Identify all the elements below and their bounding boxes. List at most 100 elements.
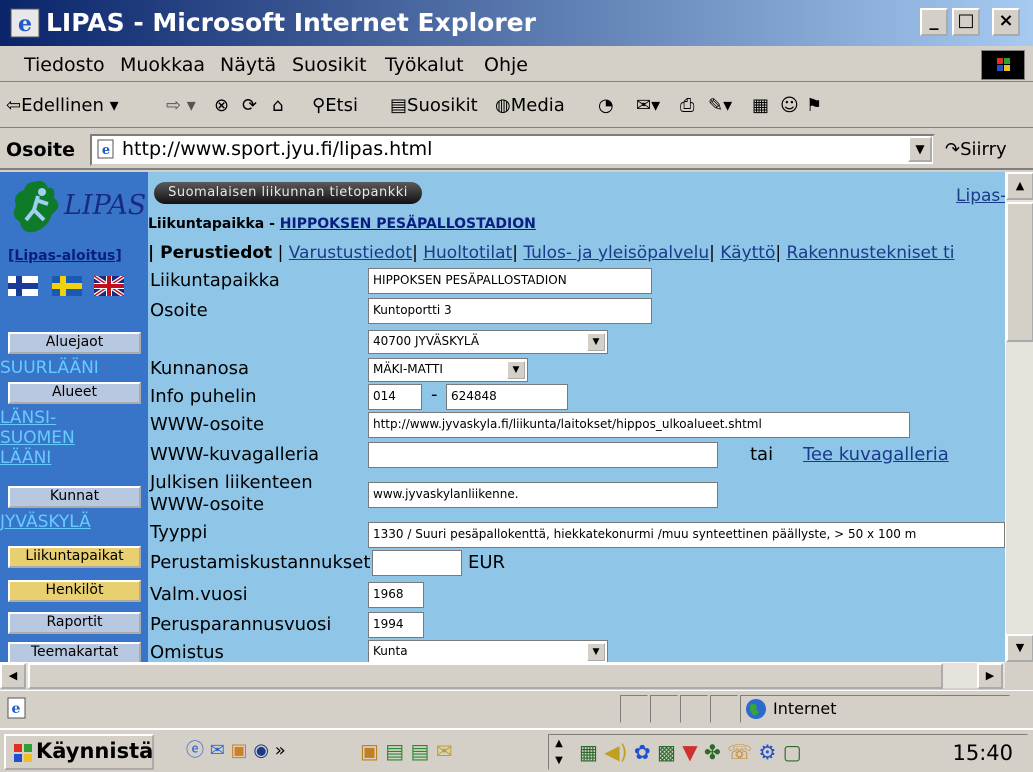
mail-icon[interactable]: ✉▾	[636, 92, 660, 120]
omistus-select[interactable]: Kunta ▼	[368, 640, 608, 662]
task-app-3-icon[interactable]: ▤	[411, 739, 430, 763]
address-dropdown-button[interactable]: ▼	[908, 136, 932, 162]
network-icon[interactable]: ▦	[579, 740, 598, 764]
label-osoite: Osoite	[150, 300, 208, 321]
liikuntapaikka-input[interactable]: HIPPOKSEN PESÄPALLOSTADION	[368, 268, 652, 294]
tray-scroll-icon[interactable]: ▲ ▼	[549, 735, 569, 769]
tab-kaytto[interactable]: Käyttö	[720, 243, 775, 263]
menu-suosikit[interactable]: Suosikit	[292, 52, 367, 78]
tab-tulos-ja-yleisopalvelu[interactable]: Tulos- ja yleisöpalvelu	[523, 243, 709, 263]
volume-icon[interactable]: ◀)	[604, 740, 627, 764]
task-mail-icon[interactable]: ✉	[436, 739, 453, 763]
kunnanosa-select[interactable]: MÄKI-MATTI ▼	[368, 358, 528, 382]
facility-name-link[interactable]: HIPPOKSEN PESÄPALLOSTADION	[280, 216, 536, 232]
tab-perustiedot[interactable]: | Perustiedot	[148, 243, 272, 263]
tee-kuvagalleria-link[interactable]: Tee kuvagalleria	[803, 444, 949, 465]
raportit-button[interactable]: Raportit	[8, 612, 141, 634]
osoite-input[interactable]: Kuntoportti 3	[368, 298, 652, 324]
tray-icons: ▦ ◀) ✿ ▩ ▼ ✤ ☏ ⚙ ▢	[579, 739, 899, 767]
tray-shield-icon[interactable]: ▼	[682, 740, 697, 764]
home-icon[interactable]: ⌂	[272, 92, 283, 120]
perustamiskustannukset-input[interactable]	[372, 550, 462, 576]
search-button[interactable]: ⚲Etsi	[312, 92, 358, 120]
lansi-suomen-laani-link-1[interactable]: LÄNSI-	[0, 408, 56, 428]
kunnat-button[interactable]: Kunnat	[8, 486, 141, 508]
menu-muokkaa[interactable]: Muokkaa	[120, 52, 205, 78]
research-icon[interactable]: ⚑	[806, 92, 822, 120]
messenger-icon[interactable]: ☺	[780, 92, 799, 120]
forward-button[interactable]: ⇨ ▾	[166, 92, 196, 120]
henkilot-button[interactable]: Henkilöt	[8, 580, 141, 602]
maximize-button[interactable]: □	[952, 8, 980, 36]
edit-icon[interactable]: ✎▾	[708, 92, 732, 120]
horizontal-scroll-thumb[interactable]	[28, 663, 943, 689]
menu-ohje[interactable]: Ohje	[484, 52, 528, 78]
flag-uk-icon[interactable]	[92, 274, 126, 300]
scroll-right-button[interactable]: ▶	[977, 663, 1003, 689]
task-buttons: ▣ ▤ ▤ ✉	[360, 734, 540, 770]
www-osoite-input[interactable]: http://www.jyvaskyla.fi/liikunta/laitoks…	[368, 412, 910, 438]
lipas-top-link[interactable]: Lipas-	[956, 186, 1005, 206]
lipas-start-link[interactable]: [Lipas-aloitus]	[8, 248, 122, 264]
scroll-left-button[interactable]: ◀	[0, 663, 26, 689]
tray-tools-icon[interactable]: ⚙	[758, 740, 776, 764]
jyvaskyla-link[interactable]: JYVÄSKYLÄ	[0, 512, 91, 532]
postinumero-select[interactable]: 40700 JYVÄSKYLÄ ▼	[368, 330, 608, 354]
antivirus-icon[interactable]: ✿	[634, 740, 651, 764]
lansi-suomen-laani-link-3[interactable]: LÄÄNI	[0, 448, 51, 468]
favorites-button[interactable]: ▤Suosikit	[390, 92, 478, 120]
teemakartat-button[interactable]: Teemakartat	[8, 642, 141, 662]
refresh-icon[interactable]: ⟳	[242, 92, 257, 120]
tab-varustustiedot[interactable]: Varustustiedot	[289, 243, 412, 263]
lansi-suomen-laani-link-2[interactable]: SUOMEN	[0, 428, 75, 448]
info-phone-number-input[interactable]: 624848	[446, 384, 568, 410]
horizontal-scrollbar[interactable]: ◀ ▶	[0, 662, 1005, 689]
tab-rakennustekniset[interactable]: Rakennustekniset ti	[787, 243, 955, 263]
tray-app-icon[interactable]: ▩	[657, 740, 676, 764]
tray-battery-icon[interactable]: ▢	[783, 740, 802, 764]
menu-nayta[interactable]: Näytä	[220, 52, 276, 78]
scroll-up-button[interactable]: ▲	[1006, 172, 1033, 200]
status-bar: e Internet	[0, 690, 1033, 726]
outlook-quicklaunch-icon[interactable]: ✉	[210, 740, 225, 761]
desktop-quicklaunch-icon[interactable]: ▣	[231, 740, 248, 761]
www-kuvagalleria-input[interactable]	[368, 442, 718, 468]
start-button[interactable]: Käynnistä	[4, 734, 154, 770]
menu-tiedosto[interactable]: Tiedosto	[24, 52, 105, 78]
julkisen-liikenteen-input[interactable]: www.jyvaskylanliikenne.	[368, 482, 718, 508]
left-navigation: LIPAS [Lipas-aloitus] Aluejaot SUURLÄÄNI…	[0, 172, 148, 662]
back-button[interactable]: ⇦Edellinen ▾	[6, 92, 119, 120]
print-icon[interactable]: ⎙	[680, 92, 694, 120]
scroll-down-button[interactable]: ▼	[1006, 634, 1033, 662]
task-app-1-icon[interactable]: ▣	[360, 739, 379, 763]
more-chevron-icon[interactable]: »	[275, 740, 286, 761]
flag-sweden-icon[interactable]	[52, 276, 82, 300]
valm-vuosi-input[interactable]: 1968	[368, 582, 424, 608]
minimize-button[interactable]: _	[920, 8, 948, 36]
flag-finland-icon[interactable]	[8, 276, 38, 300]
history-icon[interactable]: ◔	[598, 92, 614, 120]
tyyppi-field[interactable]: 1330 / Suuri pesäpallokenttä, hiekkateko…	[368, 522, 1005, 548]
svg-text:e: e	[12, 701, 21, 717]
close-button[interactable]: ×	[992, 8, 1020, 36]
liikuntapaikat-button[interactable]: Liikuntapaikat	[8, 546, 141, 568]
alueet-button[interactable]: Alueet	[8, 382, 141, 404]
ie-quicklaunch-icon[interactable]: ⓔ	[186, 740, 204, 761]
go-button[interactable]: ↷Siirry	[945, 137, 1007, 163]
address-input[interactable]: e http://www.sport.jyu.fi/lipas.html	[90, 134, 935, 166]
menu-tyokalut[interactable]: Työkalut	[385, 52, 464, 78]
info-phone-prefix-input[interactable]: 014	[368, 384, 422, 410]
globe-icon	[745, 698, 767, 728]
media-button[interactable]: ◍Media	[495, 92, 565, 120]
tray-sync-icon[interactable]: ✤	[704, 740, 721, 764]
media-quicklaunch-icon[interactable]: ◉	[253, 740, 269, 761]
discuss-icon[interactable]: ▦	[752, 92, 769, 120]
tray-phone-icon[interactable]: ☏	[727, 740, 752, 764]
stop-icon[interactable]: ⊗	[214, 92, 229, 120]
vertical-scrollbar[interactable]: ▲ ▼	[1005, 172, 1033, 662]
task-app-2-icon[interactable]: ▤	[385, 739, 404, 763]
tab-huoltotilat[interactable]: Huoltotilat	[423, 243, 512, 263]
scroll-thumb[interactable]	[1006, 202, 1033, 342]
aluejaot-button[interactable]: Aluejaot	[8, 332, 141, 354]
perusparannusvuosi-input[interactable]: 1994	[368, 612, 424, 638]
